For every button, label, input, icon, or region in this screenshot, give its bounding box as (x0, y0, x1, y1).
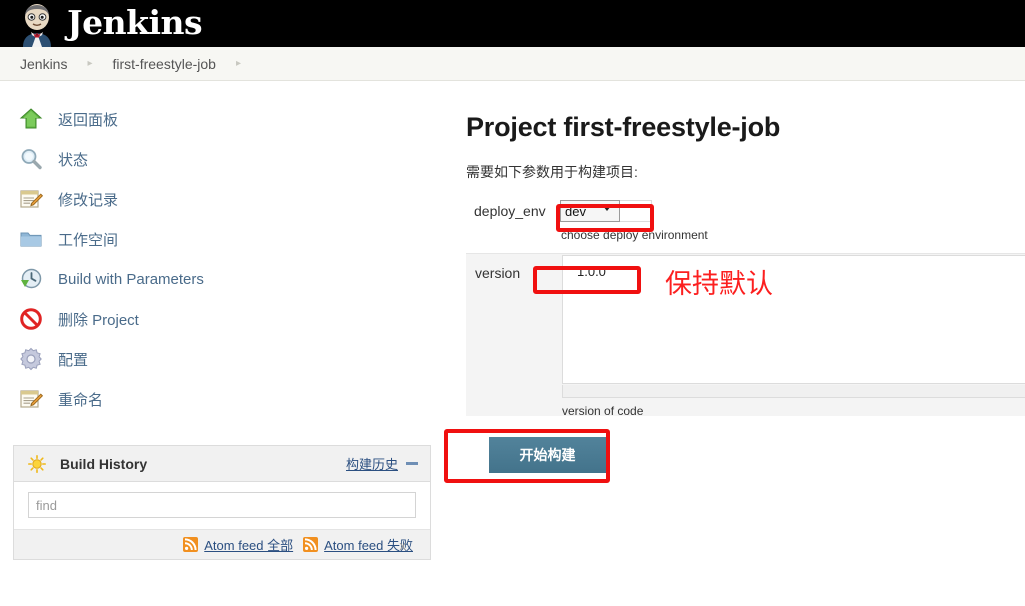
build-history-find-input[interactable] (28, 492, 416, 518)
version-textarea-scrollbar[interactable] (562, 385, 1025, 398)
folder-icon (18, 226, 44, 252)
rss-icon (183, 537, 199, 552)
sidebar-item-label: 工作空间 (58, 231, 119, 249)
delete-forbidden-icon (18, 306, 44, 332)
parameter-row-deploy-env: deploy_env dev choose deploy environment (448, 200, 1025, 253)
sidebar-item-label: 删除 Project (58, 311, 139, 329)
jenkins-butler-icon (14, 1, 60, 47)
build-history-footer: Atom feed 全部 Atom feed 失败 (14, 529, 430, 559)
sidebar-item-back-to-dashboard[interactable]: 返回面板 (18, 99, 448, 139)
collapse-minus-icon[interactable] (406, 462, 418, 465)
deploy-env-select[interactable]: dev (560, 200, 620, 222)
build-button-area: 开始构建 (466, 428, 1025, 488)
build-history-header: Build History 构建历史 (14, 446, 430, 482)
sidebar-item-configure[interactable]: 配置 (18, 339, 448, 379)
parameters-form: deploy_env dev choose deploy environment… (448, 200, 1025, 418)
sidebar-item-label: Build with Parameters (58, 270, 204, 288)
sidebar-item-label: 修改记录 (58, 191, 119, 209)
sidebar-item-workspace[interactable]: 工作空间 (18, 219, 448, 259)
deploy-env-select-filler (620, 200, 652, 222)
gear-icon (18, 346, 44, 372)
chevron-right-icon: ▸ (87, 58, 93, 69)
sidebar-item-label: 重命名 (58, 391, 104, 409)
build-history-panel: Build History 构建历史 x Atom feed 全部 (13, 445, 431, 560)
sidebar-item-build-with-parameters[interactable]: Build with Parameters (18, 259, 448, 299)
sidebar-item-label: 返回面板 (58, 111, 119, 129)
version-textarea[interactable]: 1.0.0 (562, 255, 1025, 384)
sidebar-item-delete-project[interactable]: 删除 Project (18, 299, 448, 339)
notepad-pencil-icon (18, 386, 44, 412)
parameter-description-deploy-env: choose deploy environment (561, 228, 708, 242)
breadcrumb: Jenkins ▸ first-freestyle-job ▸ (0, 47, 1025, 81)
sidebar-item-changes[interactable]: 修改记录 (18, 179, 448, 219)
sidebar-item-label: 状态 (58, 151, 89, 169)
build-clock-icon (18, 266, 44, 292)
sidebar-task-list: 返回面板 状态 修改记录 工作空间 Build with Parameters … (0, 82, 448, 419)
notepad-pencil-icon (18, 186, 44, 212)
parameter-label-version: version (475, 265, 521, 281)
weather-sun-icon (28, 454, 46, 473)
build-history-link[interactable]: 构建历史 (346, 454, 398, 473)
parameters-intro-text: 需要如下参数用于构建项目: (466, 164, 638, 180)
start-build-button[interactable]: 开始构建 (489, 437, 606, 473)
clear-search-icon[interactable]: x (400, 538, 407, 553)
jenkins-home-link[interactable]: Jenkins (14, 0, 203, 47)
magnifier-icon (18, 146, 44, 172)
sidebar-item-label: 配置 (58, 351, 89, 369)
atom-feed-all-link[interactable]: Atom feed 全部 (204, 535, 293, 554)
rss-icon (303, 537, 319, 552)
parameter-description-version: version of code (562, 404, 644, 418)
up-arrow-icon (18, 106, 44, 132)
app-header: Jenkins (0, 0, 1025, 47)
sidebar: 返回面板 状态 修改记录 工作空间 Build with Parameters … (0, 82, 448, 560)
page-title: Project first-freestyle-job (466, 112, 781, 142)
brand-title: Jenkins (67, 2, 203, 42)
parameter-label-deploy-env: deploy_env (474, 203, 546, 219)
sidebar-item-status[interactable]: 状态 (18, 139, 448, 179)
build-history-search-row: x (14, 482, 430, 553)
main-content: Project first-freestyle-job 需要如下参数用于构建项目… (448, 82, 1025, 488)
breadcrumb-item-jenkins[interactable]: Jenkins (14, 56, 73, 72)
chevron-right-icon: ▸ (235, 58, 241, 69)
page-body: 返回面板 状态 修改记录 工作空间 Build with Parameters … (0, 82, 1025, 606)
parameter-row-version: version 1.0.0 version of code (466, 253, 1025, 418)
sidebar-item-rename[interactable]: 重命名 (18, 379, 448, 419)
build-history-title: Build History (60, 455, 148, 472)
breadcrumb-item-job[interactable]: first-freestyle-job (107, 56, 222, 72)
